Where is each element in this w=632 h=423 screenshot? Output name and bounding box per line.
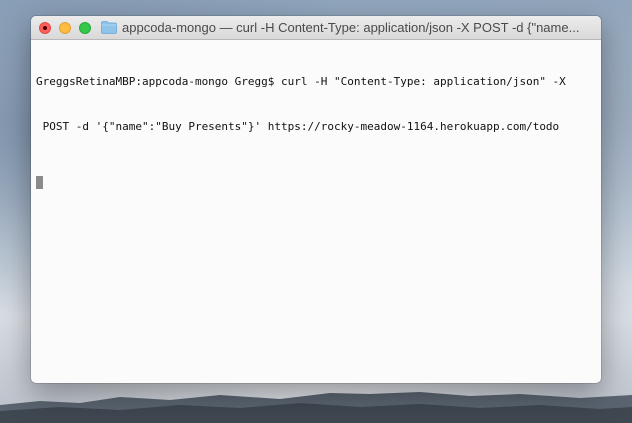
window-title-group: appcoda-mongo — curl -H Content-Type: ap… [101, 20, 579, 35]
terminal-cursor-line [36, 164, 596, 189]
minimize-button[interactable] [59, 21, 71, 34]
terminal-line: GreggsRetinaMBP:appcoda-mongo Gregg$ cur… [36, 75, 566, 88]
zoom-button[interactable] [79, 21, 91, 34]
window-title: appcoda-mongo — curl -H Content-Type: ap… [122, 20, 580, 35]
terminal-content[interactable]: GreggsRetinaMBP:appcoda-mongo Gregg$ cur… [31, 40, 601, 223]
close-button[interactable] [39, 21, 51, 34]
desktop-mountains [0, 392, 632, 423]
folder-icon [101, 21, 117, 34]
text-cursor [36, 176, 43, 189]
terminal-window: appcoda-mongo — curl -H Content-Type: ap… [31, 16, 601, 383]
window-controls [39, 21, 99, 34]
title-bar[interactable]: appcoda-mongo — curl -H Content-Type: ap… [31, 16, 601, 40]
terminal-line: POST -d '{"name":"Buy Presents"}' https:… [36, 120, 560, 133]
close-icon [43, 25, 47, 30]
